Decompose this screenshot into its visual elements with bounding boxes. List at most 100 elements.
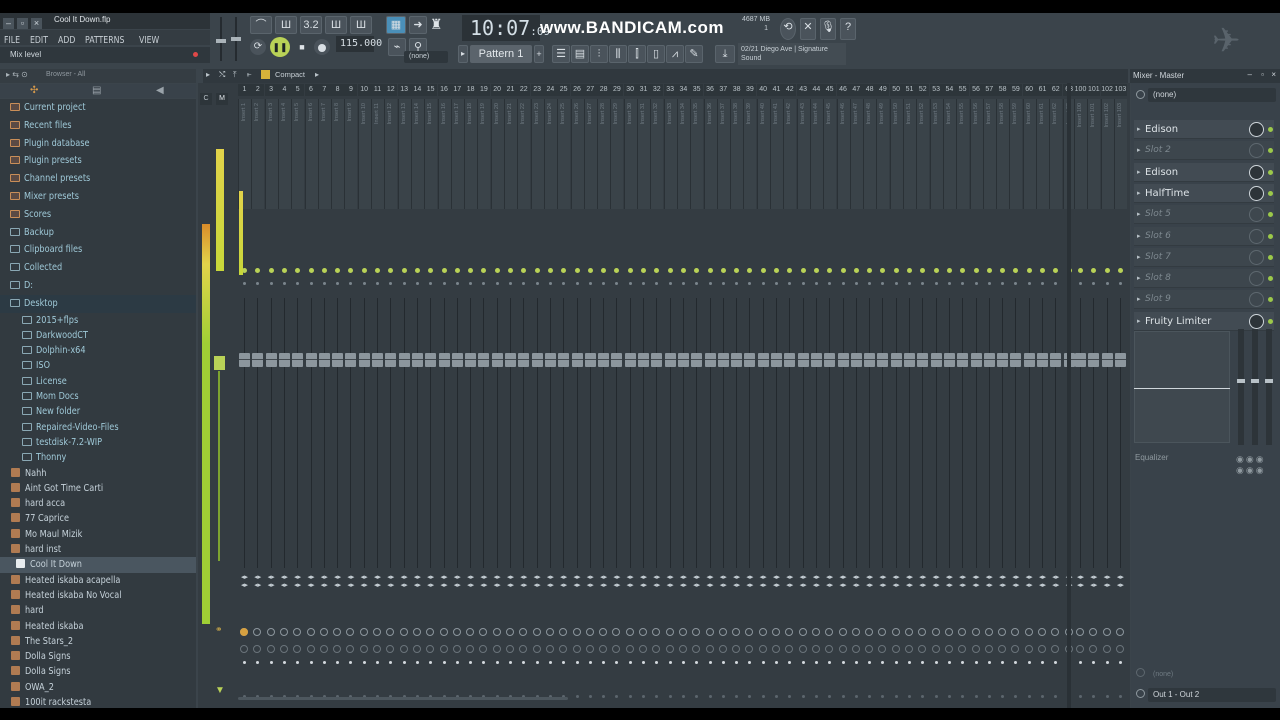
strip-send-knob[interactable] xyxy=(758,645,767,653)
strip-stereo-icon[interactable]: ◂▸◂▸ xyxy=(798,574,809,590)
strip-name-area[interactable]: Insert 19 xyxy=(477,99,491,209)
browser-item[interactable]: D: xyxy=(0,277,196,295)
strip-stereo-icon[interactable]: ◂▸◂▸ xyxy=(997,574,1008,590)
strip-send-dot[interactable] xyxy=(1027,695,1031,698)
strip-mute-led[interactable] xyxy=(1078,268,1083,273)
strip-send-dot[interactable] xyxy=(761,695,765,698)
piano-roll-icon[interactable]: ▤ xyxy=(571,45,589,63)
strip-pan-dot[interactable] xyxy=(868,282,872,285)
strip-name-area[interactable]: Insert 11 xyxy=(371,99,384,209)
strip-mute-led[interactable] xyxy=(787,268,793,273)
strip-arm-dot[interactable] xyxy=(309,661,313,664)
strip-fader[interactable] xyxy=(505,353,516,367)
strip-pan-dot[interactable] xyxy=(908,282,911,285)
strip-arm-dot[interactable] xyxy=(681,661,685,664)
strip-mute-led[interactable] xyxy=(375,268,380,273)
cpu-icon[interactable]: ⟲ xyxy=(780,18,796,40)
strip-send-knob[interactable] xyxy=(439,645,448,653)
strip-arm-dot[interactable] xyxy=(282,661,286,664)
strip-mute-led[interactable] xyxy=(920,268,926,273)
strip-mute-led[interactable] xyxy=(800,268,806,273)
strip-name-area[interactable]: Insert 41 xyxy=(770,99,783,209)
strip-fader[interactable] xyxy=(598,353,610,367)
insert-strip[interactable]: 46 Insert 46 ◂▸ ◂▸ xyxy=(836,83,850,708)
insert-strip[interactable]: 49 Insert 49 ◂▸ ◂▸ xyxy=(876,83,890,708)
strip-route-knob[interactable] xyxy=(758,628,767,636)
browser-item[interactable]: Cool It Down xyxy=(0,557,196,573)
strip-send-dot[interactable] xyxy=(894,695,898,698)
insert-strip[interactable]: 17 Insert 17 ◂▸ ◂▸ xyxy=(450,83,464,708)
strip-pan-dot[interactable] xyxy=(642,282,645,285)
strip-mute-led[interactable] xyxy=(468,268,474,273)
master-volume-slider[interactable] xyxy=(216,17,226,61)
output-knob-icon[interactable] xyxy=(1136,668,1145,677)
strip-send-knob[interactable] xyxy=(1011,645,1020,653)
plugin-picker-icon[interactable]: ⫿ xyxy=(628,45,646,63)
strip-stereo-icon[interactable]: ◂▸◂▸ xyxy=(319,574,330,590)
strip-send-knob[interactable] xyxy=(492,645,501,653)
strip-route-knob[interactable] xyxy=(625,628,634,636)
insert-strip[interactable]: 31 Insert 31 ◂▸ ◂▸ xyxy=(637,83,650,708)
strip-stereo-icon[interactable]: ◂▸◂▸ xyxy=(784,574,795,590)
strip-send-knob[interactable] xyxy=(652,645,661,653)
browser-item[interactable]: The Stars_2 xyxy=(0,634,196,649)
strip-name-area[interactable]: Insert 5 xyxy=(291,99,305,209)
strip-send-dot[interactable] xyxy=(655,695,659,698)
strip-route-knob[interactable] xyxy=(545,628,554,636)
strip-fader[interactable] xyxy=(438,353,450,367)
insert-strip[interactable]: 102 Insert 102 ◂▸ ◂▸ xyxy=(1100,83,1114,708)
insert-strip[interactable]: 42 Insert 42 ◂▸ ◂▸ xyxy=(783,83,797,708)
insert-strip[interactable]: 41 Insert 41 ◂▸ ◂▸ xyxy=(770,83,783,708)
slot-menu-arrow-icon[interactable]: ▸ xyxy=(1137,146,1141,154)
strip-send-dot[interactable] xyxy=(775,695,778,698)
strip-mute-led[interactable] xyxy=(1117,268,1123,273)
browser-item[interactable]: Heated iskaba xyxy=(0,619,196,634)
strip-mute-led[interactable] xyxy=(747,268,753,273)
slot-mix-knob[interactable] xyxy=(1249,271,1264,287)
strip-fader[interactable] xyxy=(638,353,649,367)
browser-item[interactable]: Nahh xyxy=(0,466,196,481)
strip-send-dot[interactable] xyxy=(974,695,978,698)
browser-item[interactable]: Dolphin-x64 xyxy=(0,343,196,358)
strip-fader[interactable] xyxy=(332,353,344,367)
insert-strip[interactable]: 57 Insert 57 ◂▸ ◂▸ xyxy=(982,83,996,708)
strip-pan-dot[interactable] xyxy=(602,282,606,285)
strip-route-knob[interactable] xyxy=(718,628,727,636)
strip-send-knob[interactable] xyxy=(1076,645,1084,653)
strip-stereo-icon[interactable]: ◂▸◂▸ xyxy=(718,574,729,590)
strip-name-area[interactable]: Insert 40 xyxy=(756,99,770,209)
effect-slot[interactable]: ▸ Slot 9 xyxy=(1134,290,1274,310)
strip-name-area[interactable]: Insert 20 xyxy=(490,99,504,209)
strip-pan-dot[interactable] xyxy=(562,282,566,285)
strip-send-dot[interactable] xyxy=(1054,695,1058,698)
strip-send-knob[interactable] xyxy=(905,645,913,653)
insert-strip[interactable]: 7 Insert 7 ◂▸ ◂▸ xyxy=(317,83,331,708)
strip-stereo-icon[interactable]: ◂▸◂▸ xyxy=(279,574,290,590)
strip-send-dot[interactable] xyxy=(961,695,965,698)
browser-item[interactable]: hard acca xyxy=(0,496,196,511)
strip-fader[interactable] xyxy=(784,353,796,367)
effect-slot[interactable]: ▸ Slot 7 xyxy=(1134,247,1274,267)
strip-send-knob[interactable] xyxy=(878,645,887,653)
mixer-layout-icon[interactable] xyxy=(261,70,270,79)
strip-arm-dot[interactable] xyxy=(814,661,818,664)
strip-stereo-icon[interactable]: ◂▸◂▸ xyxy=(705,574,716,590)
eq-knobs-icon[interactable]: ◉◉◉ ◉◉◉ xyxy=(1236,454,1276,478)
strip-name-area[interactable]: Insert 62 xyxy=(1049,99,1063,209)
strip-pan-dot[interactable] xyxy=(974,282,978,285)
strip-pan-dot[interactable] xyxy=(681,282,685,285)
strip-pan-dot[interactable] xyxy=(668,282,672,285)
strip-send-dot[interactable] xyxy=(735,695,739,698)
strip-stereo-icon[interactable]: ◂▸◂▸ xyxy=(758,574,769,590)
insert-strip[interactable]: 33 Insert 33 ◂▸ ◂▸ xyxy=(663,83,677,708)
strip-fader[interactable] xyxy=(704,353,716,367)
strip-arm-dot[interactable] xyxy=(296,661,300,664)
strip-fader[interactable] xyxy=(425,353,437,367)
browser-expand-icon[interactable]: ✣ xyxy=(30,85,38,96)
insert-strip[interactable]: 58 Insert 58 ◂▸ ◂▸ xyxy=(996,83,1010,708)
strip-mute-led[interactable] xyxy=(268,268,274,273)
strip-fader[interactable] xyxy=(571,353,583,367)
online-news-panel[interactable]: 02/21 Diego Ave | Signature Sound xyxy=(738,43,846,65)
strip-send-knob[interactable] xyxy=(240,645,248,653)
strip-mute-led[interactable] xyxy=(946,268,952,273)
